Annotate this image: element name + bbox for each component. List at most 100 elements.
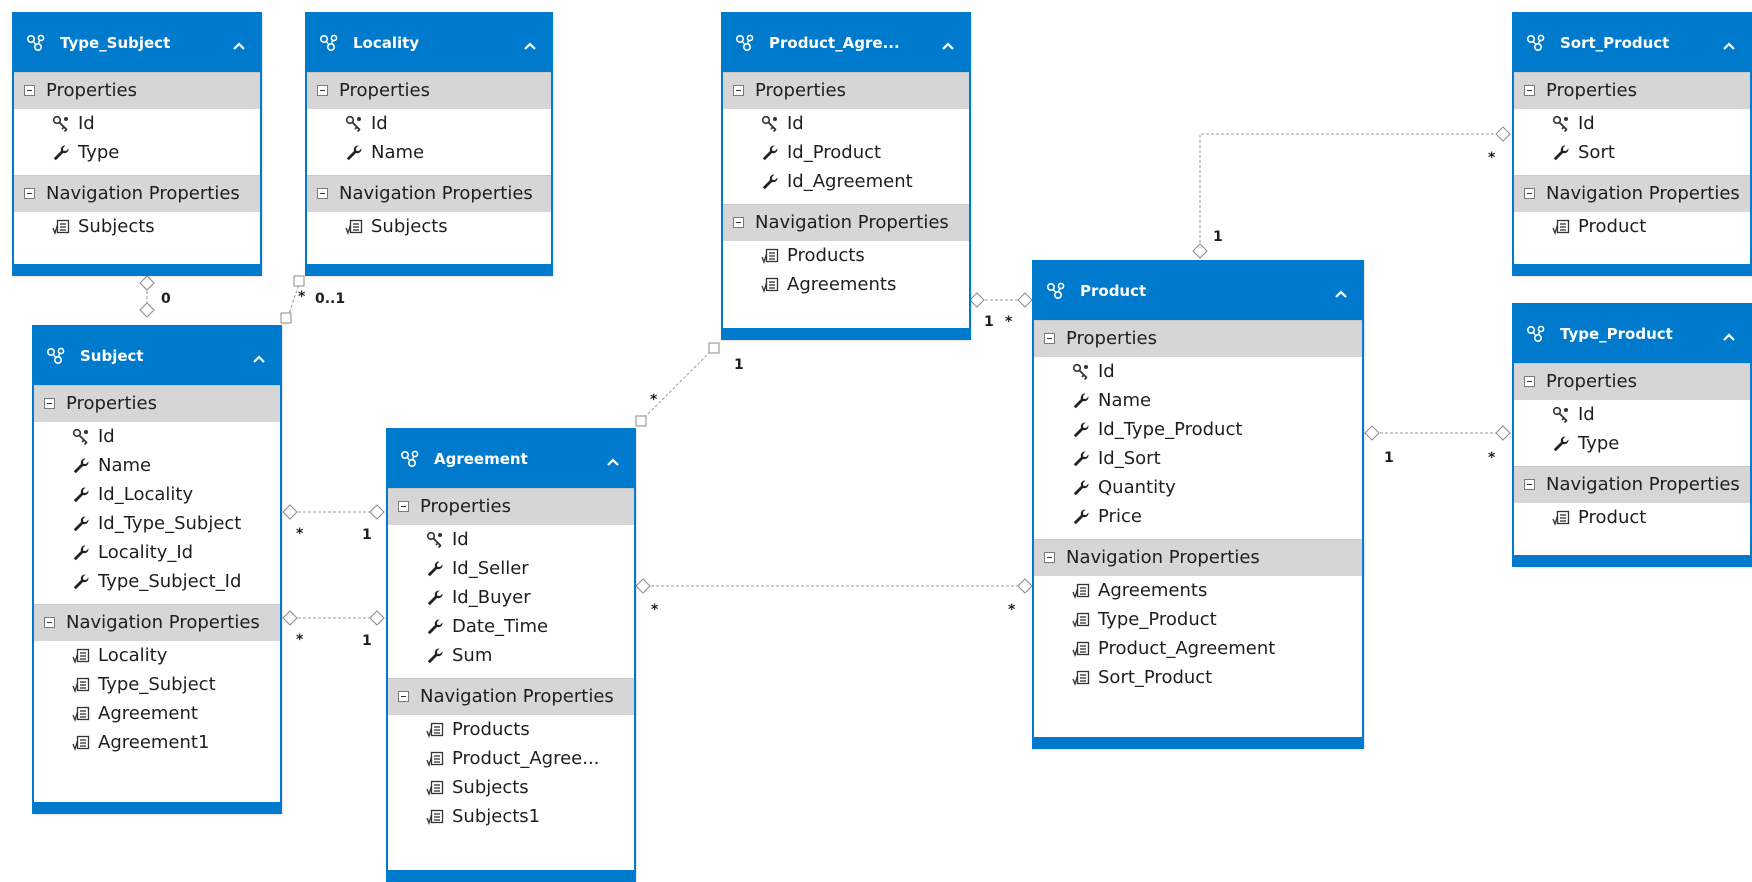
- nav-property-products[interactable]: Products: [388, 715, 634, 744]
- property-id[interactable]: Id: [307, 109, 551, 138]
- property-name[interactable]: Name: [34, 451, 280, 480]
- entity-header[interactable]: Locality: [307, 14, 551, 72]
- assoc-product-agreement-product[interactable]: [969, 292, 1033, 308]
- collapse-minus-icon[interactable]: [733, 217, 744, 228]
- collapse-minus-icon[interactable]: [1524, 479, 1535, 490]
- property-date-time[interactable]: Date_Time: [388, 612, 634, 641]
- nav-property-product-agree[interactable]: Product_Agree...: [388, 744, 634, 773]
- property-id[interactable]: Id: [14, 109, 260, 138]
- collapse-minus-icon[interactable]: [317, 85, 328, 96]
- entity-locality[interactable]: Locality Properties Id Name Navigation Prope…: [305, 12, 553, 276]
- collapse-chevron-icon[interactable]: [941, 36, 955, 50]
- nav-property-subjects[interactable]: Subjects: [307, 212, 551, 241]
- property-price[interactable]: Price: [1034, 502, 1362, 531]
- property-id-type-subject[interactable]: Id_Type_Subject: [34, 509, 280, 538]
- entity-subject[interactable]: Subject Properties Id Name Id_Locality Id_Typ…: [32, 325, 282, 814]
- navigation-section-header[interactable]: Navigation Properties: [34, 604, 280, 641]
- collapse-minus-icon[interactable]: [44, 617, 55, 628]
- property-name[interactable]: Name: [307, 138, 551, 167]
- collapse-minus-icon[interactable]: [733, 85, 744, 96]
- assoc-subject-agreement-1[interactable]: [282, 504, 385, 520]
- property-type-subject-id[interactable]: Type_Subject_Id: [34, 567, 280, 596]
- assoc-subject-agreement-2[interactable]: [282, 610, 385, 626]
- property-id[interactable]: Id: [388, 525, 634, 554]
- navigation-section-header[interactable]: Navigation Properties: [388, 678, 634, 715]
- nav-property-products[interactable]: Products: [723, 241, 969, 270]
- property-locality-id[interactable]: Locality_Id: [34, 538, 280, 567]
- property-id[interactable]: Id: [1514, 109, 1750, 138]
- assoc-product-sort-product[interactable]: [1192, 126, 1511, 259]
- property-id-agreement[interactable]: Id_Agreement: [723, 167, 969, 196]
- nav-property-type-product[interactable]: Type_Product: [1034, 605, 1362, 634]
- navigation-section-header[interactable]: Navigation Properties: [14, 175, 260, 212]
- entity-header[interactable]: Sort_Product: [1514, 14, 1750, 72]
- assoc-agreement-product-agreement[interactable]: [635, 342, 720, 427]
- entity-type-product[interactable]: Type_Product Properties Id Type Navigation P…: [1512, 303, 1752, 567]
- nav-property-agreement[interactable]: Agreement: [34, 699, 280, 728]
- collapse-minus-icon[interactable]: [398, 501, 409, 512]
- navigation-section-header[interactable]: Navigation Properties: [1514, 466, 1750, 503]
- collapse-minus-icon[interactable]: [24, 188, 35, 199]
- entity-product-agreement[interactable]: Product_Agre... Properties Id Id_Product Id_…: [721, 12, 971, 340]
- nav-property-type-subject[interactable]: Type_Subject: [34, 670, 280, 699]
- collapse-chevron-icon[interactable]: [252, 349, 266, 363]
- property-id-buyer[interactable]: Id_Buyer: [388, 583, 634, 612]
- property-type[interactable]: Type: [14, 138, 260, 167]
- collapse-chevron-icon[interactable]: [523, 36, 537, 50]
- property-id-seller[interactable]: Id_Seller: [388, 554, 634, 583]
- nav-property-subjects[interactable]: Subjects: [14, 212, 260, 241]
- nav-property-locality[interactable]: Locality: [34, 641, 280, 670]
- collapse-minus-icon[interactable]: [1044, 333, 1055, 344]
- properties-section-header[interactable]: Properties: [388, 488, 634, 525]
- properties-section-header[interactable]: Properties: [723, 72, 969, 109]
- collapse-minus-icon[interactable]: [398, 691, 409, 702]
- collapse-minus-icon[interactable]: [1524, 188, 1535, 199]
- collapse-minus-icon[interactable]: [1524, 376, 1535, 387]
- nav-property-product[interactable]: Product: [1514, 212, 1750, 241]
- property-name[interactable]: Name: [1034, 386, 1362, 415]
- assoc-type-subject-subject[interactable]: [139, 275, 155, 318]
- property-id[interactable]: Id: [34, 422, 280, 451]
- collapse-chevron-icon[interactable]: [1722, 36, 1736, 50]
- assoc-agreement-product[interactable]: [635, 578, 1033, 594]
- collapse-chevron-icon[interactable]: [1722, 327, 1736, 341]
- collapse-chevron-icon[interactable]: [606, 452, 620, 466]
- property-sort[interactable]: Sort: [1514, 138, 1750, 167]
- property-id-sort[interactable]: Id_Sort: [1034, 444, 1362, 473]
- assoc-product-type-product[interactable]: [1364, 425, 1511, 441]
- collapse-minus-icon[interactable]: [317, 188, 328, 199]
- property-type[interactable]: Type: [1514, 429, 1750, 458]
- property-sum[interactable]: Sum: [388, 641, 634, 670]
- entity-header[interactable]: Type_Subject: [14, 14, 260, 72]
- properties-section-header[interactable]: Properties: [14, 72, 260, 109]
- entity-header[interactable]: Agreement: [388, 430, 634, 488]
- entity-header[interactable]: Product: [1034, 262, 1362, 320]
- entity-agreement[interactable]: Agreement Properties Id Id_Seller Id_Buyer Da…: [386, 428, 636, 882]
- nav-property-product[interactable]: Product: [1514, 503, 1750, 532]
- nav-property-product-agreement[interactable]: Product_Agreement: [1034, 634, 1362, 663]
- nav-property-agreements[interactable]: Agreements: [1034, 576, 1362, 605]
- collapse-chevron-icon[interactable]: [1334, 284, 1348, 298]
- nav-property-subjects1[interactable]: Subjects1: [388, 802, 634, 831]
- navigation-section-header[interactable]: Navigation Properties: [723, 204, 969, 241]
- nav-property-sort-product[interactable]: Sort_Product: [1034, 663, 1362, 692]
- property-id[interactable]: Id: [723, 109, 969, 138]
- entity-product[interactable]: Product Properties Id Name Id_Type_Product Id…: [1032, 260, 1364, 749]
- navigation-section-header[interactable]: Navigation Properties: [307, 175, 551, 212]
- entity-header[interactable]: Type_Product: [1514, 305, 1750, 363]
- collapse-minus-icon[interactable]: [1044, 552, 1055, 563]
- properties-section-header[interactable]: Properties: [1514, 363, 1750, 400]
- properties-section-header[interactable]: Properties: [34, 385, 280, 422]
- entity-sort-product[interactable]: Sort_Product Properties Id Sort Navigation P…: [1512, 12, 1752, 276]
- nav-property-agreement1[interactable]: Agreement1: [34, 728, 280, 757]
- collapse-minus-icon[interactable]: [24, 85, 35, 96]
- navigation-section-header[interactable]: Navigation Properties: [1514, 175, 1750, 212]
- property-id[interactable]: Id: [1034, 357, 1362, 386]
- properties-section-header[interactable]: Properties: [1034, 320, 1362, 357]
- entity-type-subject[interactable]: Type_Subject Properties Id Type Navigation P…: [12, 12, 262, 276]
- entity-header[interactable]: Product_Agre...: [723, 14, 969, 72]
- property-quantity[interactable]: Quantity: [1034, 473, 1362, 502]
- properties-section-header[interactable]: Properties: [307, 72, 551, 109]
- nav-property-agreements[interactable]: Agreements: [723, 270, 969, 299]
- collapse-minus-icon[interactable]: [1524, 85, 1535, 96]
